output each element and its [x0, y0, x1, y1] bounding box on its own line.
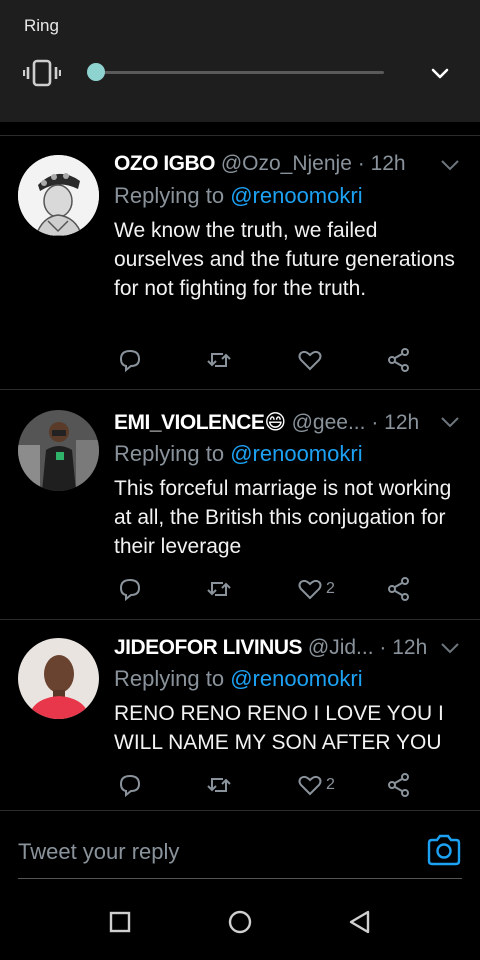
vibrate-icon[interactable]: [23, 58, 61, 88]
like-icon[interactable]: [297, 576, 323, 602]
mention-link[interactable]: @renoomokri: [230, 441, 362, 466]
tweet-time: 12h: [384, 411, 420, 434]
divider: [0, 619, 480, 620]
author-name[interactable]: OZO IGBO: [114, 152, 216, 175]
chevron-down-icon[interactable]: [440, 415, 460, 429]
recents-square-icon[interactable]: [106, 908, 134, 936]
camera-icon[interactable]: [426, 834, 462, 866]
author-name[interactable]: EMI_VIOLENCE😄: [114, 411, 286, 434]
like-icon[interactable]: [297, 347, 323, 373]
time-separator: ·: [357, 152, 365, 175]
tweet-reply-input[interactable]: [18, 834, 408, 870]
mention-link[interactable]: @renoomokri: [230, 183, 362, 208]
home-circle-icon[interactable]: [226, 908, 254, 936]
chevron-down-icon[interactable]: [440, 641, 460, 655]
replying-to: Replying to @renoomokri: [114, 666, 363, 692]
replying-prefix: Replying to: [114, 666, 225, 691]
time-separator: ·: [371, 411, 379, 434]
avatar[interactable]: [18, 638, 99, 719]
share-icon[interactable]: [386, 347, 412, 373]
ring-volume-slider-thumb[interactable]: [87, 63, 105, 81]
tweet-time: 12h: [392, 636, 428, 659]
divider: [0, 389, 480, 390]
chevron-down-icon[interactable]: [428, 62, 452, 86]
tweet-text: This forceful marriage is not working at…: [114, 477, 452, 558]
replying-prefix: Replying to: [114, 441, 225, 466]
author-handle[interactable]: @gee...: [292, 411, 366, 434]
ring-volume-slider[interactable]: [96, 71, 384, 74]
time-separator: ·: [379, 636, 387, 659]
ring-mode-label: Ring: [24, 16, 59, 35]
like-count: 2: [326, 776, 335, 793]
reply-input-underline: [18, 878, 462, 879]
tweet-header: JIDEOFOR LIVINUS @Jid... · 12h: [114, 636, 427, 660]
replying-to: Replying to @renoomokri: [114, 441, 363, 467]
replying-prefix: Replying to: [114, 183, 225, 208]
retweet-icon[interactable]: [206, 576, 232, 602]
reply-icon[interactable]: [117, 576, 143, 602]
replying-to: Replying to @renoomokri: [114, 183, 363, 209]
share-icon[interactable]: [386, 576, 412, 602]
author-name[interactable]: JIDEOFOR LIVINUS: [114, 636, 303, 659]
like-count: 2: [326, 580, 335, 597]
tweet-text: We know the truth, we failed ourselves a…: [114, 219, 455, 300]
reply-icon[interactable]: [117, 347, 143, 373]
author-handle[interactable]: @Jid...: [308, 636, 374, 659]
chevron-down-icon[interactable]: [440, 158, 460, 172]
like-icon[interactable]: [297, 772, 323, 798]
tweet-header: EMI_VIOLENCE😄 @gee... · 12h: [114, 410, 419, 435]
mention-link[interactable]: @renoomokri: [230, 666, 362, 691]
share-icon[interactable]: [386, 772, 412, 798]
tweet-header: OZO IGBO @Ozo_Njenje · 12h: [114, 152, 406, 176]
avatar[interactable]: [18, 155, 99, 236]
avatar[interactable]: [18, 410, 99, 491]
divider: [0, 135, 480, 136]
back-triangle-icon[interactable]: [346, 908, 374, 936]
tweet-text: RENO RENO RENO I LOVE YOU I WILL NAME MY…: [114, 702, 444, 754]
retweet-icon[interactable]: [206, 772, 232, 798]
reply-icon[interactable]: [117, 772, 143, 798]
retweet-icon[interactable]: [206, 347, 232, 373]
divider: [0, 810, 480, 811]
tweet-time: 12h: [370, 152, 406, 175]
author-handle[interactable]: @Ozo_Njenje: [221, 152, 352, 175]
volume-panel: Ring: [0, 0, 480, 122]
